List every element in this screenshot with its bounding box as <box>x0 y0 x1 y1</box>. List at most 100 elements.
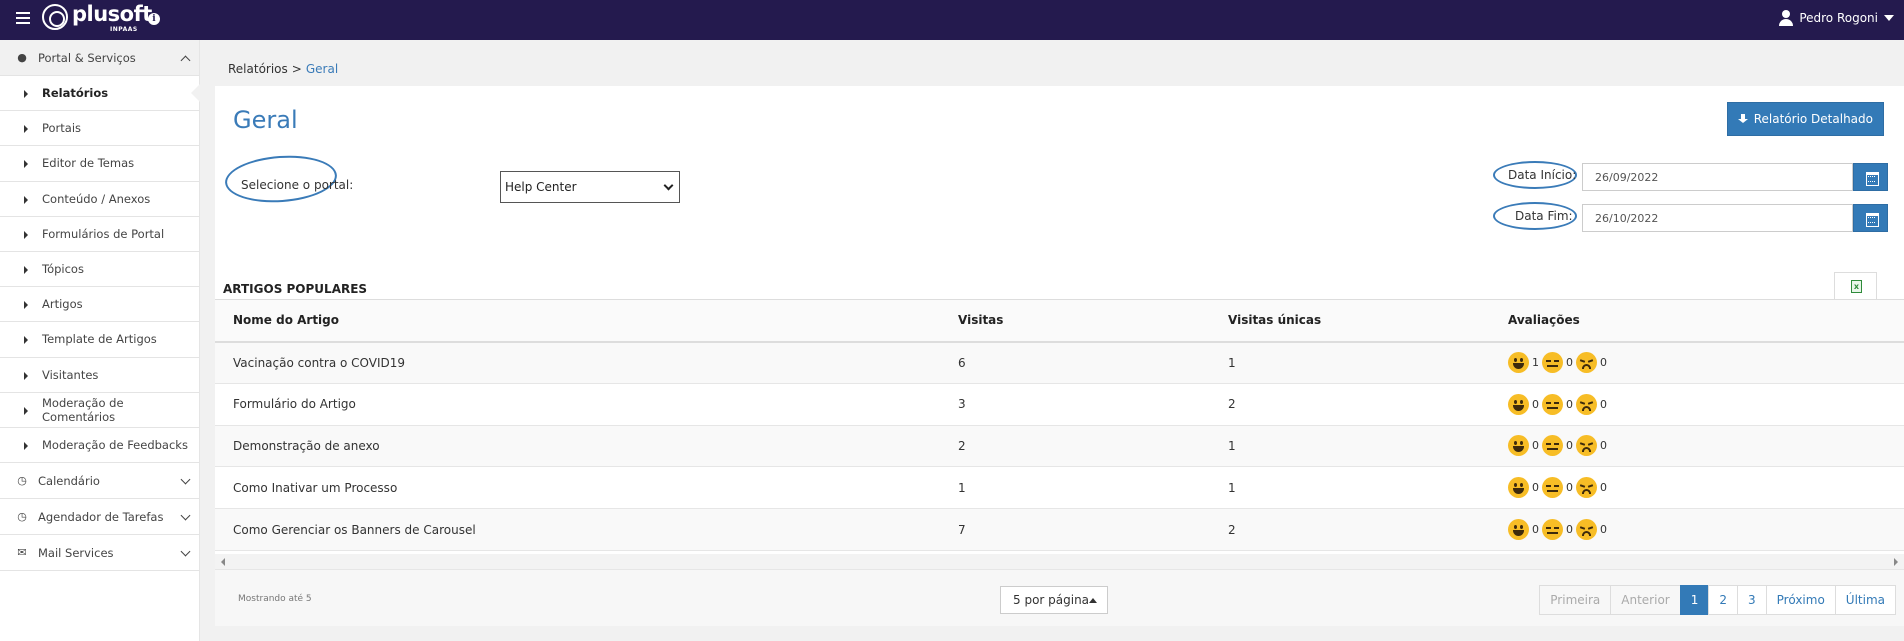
breadcrumb-separator: > <box>291 62 302 76</box>
sidebar-item-label: Editor de Temas <box>42 156 135 171</box>
plusoft-logo-icon <box>42 4 68 30</box>
column-header[interactable]: Visitas únicas <box>1210 299 1490 343</box>
article-name[interactable]: Como Gerenciar os Banners de Carousel <box>215 508 940 551</box>
column-header[interactable]: Avaliações <box>1490 299 1904 343</box>
sidebar-item-conteudo-anexos[interactable]: Conteúdo / Anexos <box>0 182 199 217</box>
sidebar-group-agendador[interactable]: ◷ Agendador de Tarefas <box>0 499 199 536</box>
portal-select[interactable]: Help Center <box>500 171 680 203</box>
ratings: 0 0 0 <box>1490 425 1904 468</box>
sidebar-group-portal-servicos[interactable]: ● Portal & Serviços <box>0 40 199 76</box>
chevron-down-icon <box>180 546 191 557</box>
article-name[interactable]: Como Inativar um Processo <box>215 466 940 510</box>
table-row: Demonstração de anexo 2 1 0 0 0 <box>215 425 1904 468</box>
sidebar-item-label: Visitantes <box>42 367 99 382</box>
pagination-page-2[interactable]: 2 <box>1708 585 1739 615</box>
start-date-label: Data Início: <box>1508 168 1577 182</box>
sidebar-group-label: Agendador de Tarefas <box>38 509 164 524</box>
breadcrumb-parent[interactable]: Relatórios <box>228 62 288 76</box>
table-row: Como Gerenciar os Banners de Carousel 7 2 0… <box>215 508 1904 551</box>
pagination-page-1[interactable]: 1 <box>1679 585 1710 615</box>
column-header[interactable]: Visitas <box>940 299 1210 343</box>
visits: 1 <box>940 466 1210 510</box>
main-panel: Geral Relatório Detalhado Selecione o po… <box>215 86 1904 626</box>
end-date-input[interactable]: 26/10/2022 <box>1582 204 1853 232</box>
sidebar-item-formularios[interactable]: Formulários de Portal <box>0 217 199 252</box>
breadcrumb: Relatórios > Geral <box>215 52 1904 86</box>
export-excel-button[interactable]: x <box>1834 272 1877 299</box>
sad-face-icon <box>1576 477 1597 499</box>
sidebar-item-topicos[interactable]: Tópicos <box>0 252 199 288</box>
column-header[interactable]: Nome do Artigo <box>215 299 940 343</box>
neutral-face-icon <box>1542 393 1563 415</box>
showing-count: Mostrando até 5 <box>238 594 312 604</box>
globe-icon: ● <box>17 51 27 64</box>
article-name[interactable]: Formulário do Artigo <box>215 383 940 426</box>
chevron-up-icon <box>180 55 191 66</box>
visits: 2 <box>940 425 1210 468</box>
sidebar-item-relatorios[interactable]: Relatórios <box>0 76 200 112</box>
sad-count: 0 <box>1600 397 1607 411</box>
ratings: 0 0 0 <box>1490 466 1904 510</box>
sidebar-item-label: Template de Artigos <box>42 332 157 347</box>
pagination-first[interactable]: Primeira <box>1539 585 1612 615</box>
chevron-down-icon <box>663 180 674 191</box>
sidebar-item-artigos[interactable]: Artigos <box>0 287 199 323</box>
sad-count: 0 <box>1600 356 1607 370</box>
start-date-calendar-button[interactable] <box>1853 163 1888 191</box>
neutral-face-icon <box>1542 352 1563 374</box>
neutral-face-icon <box>1542 435 1563 457</box>
per-page-value: 5 por página <box>1013 593 1090 607</box>
pagination-page-3[interactable]: 3 <box>1737 585 1767 615</box>
visits: 7 <box>940 508 1210 551</box>
happy-count: 0 <box>1532 523 1539 537</box>
neutral-face-icon <box>1542 477 1563 499</box>
sidebar-item-label: Portais <box>42 121 82 136</box>
pagination-next[interactable]: Próximo <box>1765 585 1836 615</box>
end-date-label: Data Fim: <box>1515 209 1573 223</box>
table-header-row: Nome do Artigo Visitas Visitas únicas Av… <box>215 299 1904 343</box>
sidebar-item-portais[interactable]: Portais <box>0 111 199 147</box>
scroll-left-icon[interactable] <box>221 558 225 566</box>
scroll-right-icon[interactable] <box>1894 558 1898 566</box>
article-name[interactable]: Demonstração de anexo <box>215 425 940 468</box>
sidebar-item-label: Tópicos <box>42 262 84 277</box>
horizontal-scrollbar[interactable] <box>215 554 1904 570</box>
sad-face-icon <box>1576 435 1597 457</box>
sidebar: ● Portal & Serviços Relatórios Portais E… <box>0 40 200 641</box>
end-date-calendar-button[interactable] <box>1853 204 1888 232</box>
sidebar-group-mail-services[interactable]: ✉ Mail Services <box>0 535 199 572</box>
per-page-select[interactable]: 5 por página <box>1000 586 1108 614</box>
sidebar-group-calendario[interactable]: ◷ Calendário <box>0 463 199 500</box>
happy-count: 0 <box>1532 397 1539 411</box>
detailed-report-button[interactable]: Relatório Detalhado <box>1726 102 1884 136</box>
happy-count: 0 <box>1532 439 1539 453</box>
user-menu[interactable]: Pedro Rogoni <box>1779 10 1894 26</box>
pagination-prev[interactable]: Anterior <box>1610 585 1681 615</box>
popular-articles-title: ARTIGOS POPULARES <box>223 282 368 296</box>
menu-icon[interactable] <box>16 12 30 24</box>
sidebar-item-moderacao-comentarios[interactable]: Moderação de Comentários <box>0 393 199 428</box>
visits: 3 <box>940 383 1210 426</box>
sad-face-icon <box>1576 519 1597 541</box>
sidebar-item-editor-temas[interactable]: Editor de Temas <box>0 146 199 182</box>
sidebar-item-moderacao-feedbacks[interactable]: Moderação de Feedbacks <box>0 428 199 464</box>
breadcrumb-current[interactable]: Geral <box>306 62 338 76</box>
excel-icon: x <box>1851 280 1862 293</box>
article-name[interactable]: Vacinação contra o COVID19 <box>215 341 940 384</box>
happy-face-icon <box>1508 435 1529 457</box>
sidebar-item-visitantes[interactable]: Visitantes <box>0 358 199 393</box>
info-icon[interactable]: i <box>148 13 160 25</box>
start-date-input[interactable]: 26/09/2022 <box>1582 163 1853 191</box>
clock-icon: ◷ <box>17 510 27 524</box>
top-bar: plusoft INPAAS i Pedro Rogoni <box>0 0 1904 40</box>
caret-down-icon <box>1884 15 1894 21</box>
detailed-report-label: Relatório Detalhado <box>1753 112 1873 126</box>
happy-count: 1 <box>1532 356 1539 370</box>
sidebar-item-label: Conteúdo / Anexos <box>42 191 151 206</box>
happy-face-icon <box>1508 352 1529 374</box>
sad-count: 0 <box>1600 439 1607 453</box>
pagination-last[interactable]: Última <box>1834 585 1896 615</box>
happy-face-icon <box>1508 477 1529 499</box>
sidebar-item-label: Formulários de Portal <box>42 226 165 241</box>
sidebar-item-template-artigos[interactable]: Template de Artigos <box>0 322 199 358</box>
